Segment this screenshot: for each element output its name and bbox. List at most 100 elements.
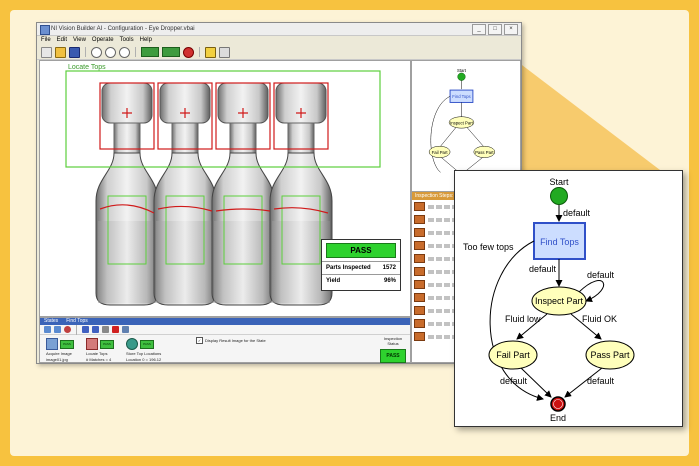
zoom-out-icon[interactable] <box>105 46 116 58</box>
tab-states[interactable]: States <box>44 318 58 325</box>
menu-help[interactable]: Help <box>140 36 152 45</box>
menu-tools[interactable]: Tools <box>120 36 134 45</box>
display-result-label: Display Result Image for the State <box>205 338 266 343</box>
move-right-icon[interactable] <box>92 326 99 333</box>
step-store-top-locations[interactable]: PASS Store Top Locations Location 0 = 19… <box>126 338 161 362</box>
edge-label-find-inspect: default <box>529 264 557 274</box>
toolbar-separator <box>199 47 200 57</box>
add-step-icon[interactable] <box>44 326 51 333</box>
step-icon <box>414 241 425 250</box>
state-panel: States Find Tops ✓ Display Result Image … <box>39 317 411 363</box>
run-once-icon[interactable] <box>141 47 159 57</box>
edge-label-fluid-low: Fluid low <box>505 314 541 324</box>
toolbar-separator <box>85 47 86 57</box>
end-node[interactable] <box>550 396 566 412</box>
zoom-in-icon[interactable] <box>91 46 102 58</box>
yield-value: 96% <box>383 278 396 284</box>
maximize-button[interactable]: □ <box>488 24 502 35</box>
small-fail-label: Fail Part <box>432 150 449 155</box>
step-icon <box>414 293 425 302</box>
step-name: Acquire Image <box>46 351 72 356</box>
start-label: Start <box>549 177 569 187</box>
step-acquire-image[interactable]: PASS Acquire Image image01.jpg <box>46 338 74 362</box>
small-start-node[interactable] <box>457 72 466 81</box>
window-title: NI Vision Builder AI - Configuration - E… <box>51 26 195 32</box>
step-icon[interactable] <box>219 46 230 58</box>
step-icon <box>414 228 425 237</box>
edge-label-too-few: Too few tops <box>463 242 514 252</box>
menu-file[interactable]: File <box>41 36 51 45</box>
step-icon <box>414 306 425 315</box>
app-window: NI Vision Builder AI - Configuration - E… <box>36 22 522 364</box>
step-icon <box>414 280 425 289</box>
pattern-match-icon <box>86 338 98 350</box>
properties-icon[interactable] <box>122 326 129 333</box>
inspect-part-label: Inspect Part <box>535 296 584 306</box>
fail-part-label: Fail Part <box>496 350 530 360</box>
start-node[interactable] <box>550 187 568 205</box>
inspection-status-value: PASS <box>380 349 406 363</box>
edge-label-pass-end: default <box>587 376 615 386</box>
yield-label: Yield <box>326 278 341 284</box>
display-result-checkbox[interactable]: ✓ <box>196 337 203 344</box>
close-button[interactable]: × <box>504 24 518 35</box>
step-icon <box>414 332 425 341</box>
state-diagram: Start default Find Tops Too few tops def… <box>463 177 635 423</box>
parts-inspected-value: 1572 <box>382 265 396 271</box>
step-status-badge: PASS <box>60 339 74 349</box>
small-find-tops-label: Find Tops <box>452 94 470 99</box>
edge-label-inspect-loop: default <box>587 270 615 280</box>
zoom-fit-icon[interactable] <box>119 46 130 58</box>
inspection-status-label: Inspection Status <box>383 336 403 346</box>
inspection-status: Inspection Status PASS <box>380 336 406 363</box>
toolbar <box>37 45 521 60</box>
menu-operate[interactable]: Operate <box>92 36 114 45</box>
pass-indicator: PASS <box>326 243 396 258</box>
menu-edit[interactable]: Edit <box>57 36 67 45</box>
run-continuous-icon[interactable] <box>162 47 180 57</box>
delete-step-icon[interactable] <box>112 326 119 333</box>
results-row-yield: Yield 96% <box>322 274 400 287</box>
open-folder-icon[interactable] <box>55 46 66 58</box>
save-icon[interactable] <box>69 46 80 58</box>
move-left-icon[interactable] <box>82 326 89 333</box>
app-icon <box>40 25 50 35</box>
edge-label-fluid-ok: Fluid OK <box>582 314 617 324</box>
step-icon <box>414 254 425 263</box>
pass-part-label: Pass Part <box>590 350 630 360</box>
lightbulb-icon[interactable] <box>205 46 216 58</box>
step-detail: # Matches = 4 <box>86 357 112 362</box>
step-icon <box>414 319 425 328</box>
results-row-parts: Parts Inspected 1572 <box>322 261 400 274</box>
edge-label-fail-end: default <box>500 376 528 386</box>
new-icon[interactable] <box>41 46 52 58</box>
state-tabs: States Find Tops <box>40 318 410 325</box>
step-icon <box>414 267 425 276</box>
menu-view[interactable]: View <box>73 36 86 45</box>
find-tops-label: Find Tops <box>540 237 579 247</box>
parts-inspected-label: Parts Inspected <box>326 265 371 271</box>
small-inspect-label: Inspect Part <box>450 120 474 125</box>
copy-step-icon[interactable] <box>54 326 61 333</box>
step-icon <box>414 215 425 224</box>
record-icon[interactable] <box>64 326 71 333</box>
results-panel: PASS Parts Inspected 1572 Yield 96% <box>321 239 401 291</box>
small-start-label: Start <box>457 68 467 73</box>
title-bar: NI Vision Builder AI - Configuration - E… <box>37 23 521 36</box>
state-toolbar <box>40 324 410 335</box>
stop-icon[interactable] <box>183 46 194 58</box>
step-name: Store Top Locations <box>126 351 162 356</box>
step-icon <box>414 202 425 211</box>
end-label: End <box>550 413 566 423</box>
small-pass-label: Pass Part <box>475 150 494 155</box>
minimize-button[interactable]: _ <box>472 24 486 35</box>
step-locate-tops[interactable]: PASS Locate Tops # Matches = 4 <box>86 338 114 362</box>
menu-bar: File Edit View Operate Tools Help <box>37 36 521 45</box>
edge-label-start-find: default <box>563 208 591 218</box>
roi-label: Locate Tops <box>68 64 106 71</box>
toolbar-separator <box>76 324 77 335</box>
variable-icon <box>126 338 138 350</box>
step-name: Locate Tops <box>86 351 108 356</box>
edit-step-icon[interactable] <box>102 326 109 333</box>
display-result-toggle[interactable]: ✓ Display Result Image for the State <box>196 337 266 344</box>
